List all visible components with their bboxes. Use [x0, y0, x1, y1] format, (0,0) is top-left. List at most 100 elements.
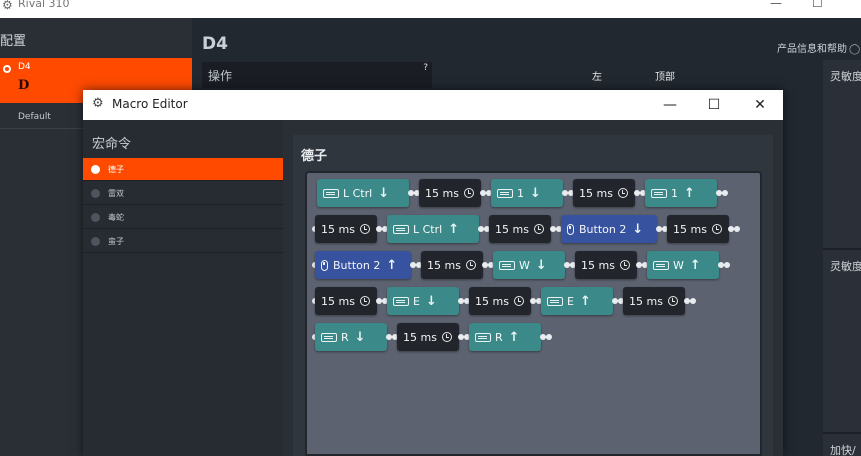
key-step[interactable]: 1 ↓: [491, 179, 563, 207]
help-link-label: 产品信息和帮助: [777, 44, 847, 55]
arrow-down-icon: ↓: [530, 185, 541, 201]
radio-selected-icon: [3, 65, 11, 73]
macro-item-label: 雷双: [108, 189, 124, 198]
step-connector: [408, 190, 420, 196]
step-connector: [716, 190, 728, 196]
step-connector: [376, 298, 388, 304]
step-connector: [612, 298, 624, 304]
step-connector: [480, 190, 492, 196]
keyboard-icon: [547, 296, 563, 306]
key-step[interactable]: W ↑: [647, 251, 719, 279]
delay-step[interactable]: 15 ms: [667, 215, 729, 243]
help-question-icon[interactable]: ?: [423, 63, 428, 73]
step-label: 1: [517, 186, 524, 200]
page-title: D4: [202, 34, 228, 54]
diablo-logo-icon: D: [18, 78, 30, 93]
step-connector: [540, 334, 552, 340]
clock-icon: [711, 224, 722, 234]
step-label: W: [673, 258, 684, 272]
clock-icon: [619, 260, 630, 270]
delay-step[interactable]: 15 ms: [315, 215, 377, 243]
close-button[interactable]: ✕: [745, 93, 775, 117]
step-connector: [636, 262, 648, 268]
maximize-icon[interactable]: ☐: [812, 0, 823, 10]
profile-item-default[interactable]: Default: [18, 112, 51, 122]
chat-bubble-icon: ◯: [849, 44, 861, 55]
step-label: Button 2: [579, 222, 627, 236]
arrow-up-icon: ↑: [508, 329, 520, 345]
arrow-up-icon: ↑: [386, 257, 398, 273]
key-step[interactable]: R ↑: [469, 323, 541, 351]
macro-name: 德子: [301, 149, 328, 164]
operation-label: 操作: [208, 69, 233, 83]
macro-item-label: 德子: [108, 165, 124, 174]
divider: [823, 432, 861, 434]
macro-item[interactable]: 雷双: [83, 182, 283, 205]
step-label: Button 2: [333, 258, 381, 272]
macro-editor-window: ⚙ Macro Editor — ☐ ✕ 宏命令 德子 雷双 毒蛇 蛮子 德子 …: [83, 90, 783, 456]
sensitivity-panel: 灵敏度 灵敏度 加快/: [823, 60, 861, 456]
key-step[interactable]: W ↓: [493, 251, 565, 279]
macro-item[interactable]: 蛮子: [83, 230, 283, 253]
keyboard-icon: [393, 224, 409, 234]
keyboard-icon: [321, 332, 337, 342]
macro-editor-titlebar: ⚙ Macro Editor — ☐ ✕: [83, 90, 783, 120]
step-connector: [728, 226, 740, 232]
step-label: L Ctrl: [413, 222, 443, 236]
clock-icon: [359, 296, 370, 306]
delay-step[interactable]: 15 ms: [469, 287, 531, 315]
steelseries-logo-icon: ⚙: [92, 96, 104, 111]
key-step[interactable]: E ↓: [387, 287, 459, 315]
help-link[interactable]: 产品信息和帮助 ◯: [777, 40, 860, 55]
keyboard-icon: [497, 188, 513, 198]
clock-icon: [667, 296, 678, 306]
delay-step[interactable]: 15 ms: [573, 179, 635, 207]
step-label: 1: [671, 186, 678, 200]
key-step[interactable]: L Ctrl ↑: [387, 215, 479, 243]
minimize-button[interactable]: —: [655, 93, 685, 117]
step-label: E: [413, 294, 420, 308]
mouse-button-step[interactable]: Button 2 ↑: [315, 251, 411, 279]
macro-item[interactable]: 德子: [83, 158, 283, 181]
delay-step[interactable]: 15 ms: [397, 323, 459, 351]
divider: [823, 248, 861, 250]
keyboard-icon: [323, 188, 339, 198]
mouse-icon: [321, 259, 328, 271]
step-connector: [458, 334, 470, 340]
clock-icon: [359, 224, 370, 234]
delay-step[interactable]: 15 ms: [315, 287, 377, 315]
delay-step[interactable]: 15 ms: [489, 215, 551, 243]
delay-step[interactable]: 15 ms: [419, 179, 481, 207]
arrow-down-icon: ↓: [378, 185, 390, 201]
key-step[interactable]: E ↑: [541, 287, 613, 315]
step-label: 15 ms: [475, 294, 509, 308]
step-label: 15 ms: [579, 186, 613, 200]
delay-step[interactable]: 15 ms: [623, 287, 685, 315]
macro-item[interactable]: 毒蛇: [83, 206, 283, 229]
step-label: 15 ms: [495, 222, 529, 236]
arrow-down-icon: ↓: [632, 221, 644, 237]
column-left-label: 左: [592, 72, 602, 83]
step-connector: [478, 226, 490, 232]
delay-step[interactable]: 15 ms: [575, 251, 637, 279]
profiles-header: 配置: [0, 34, 27, 49]
clock-icon: [513, 296, 524, 306]
delay-step[interactable]: 15 ms: [421, 251, 483, 279]
key-step[interactable]: L Ctrl ↓: [317, 179, 409, 207]
key-step[interactable]: R ↓: [315, 323, 387, 351]
macro-list-header: 宏命令: [92, 137, 132, 152]
steelseries-logo-icon: ⚙: [2, 0, 13, 12]
step-connector: [564, 262, 576, 268]
macro-steps-canvas[interactable]: L Ctrl ↓ 15 ms 1 ↓ 15 ms 1 ↑ 15 ms L Ctrl ↑ 15 ms Bu…: [305, 171, 762, 456]
acceleration-label: 加快/: [830, 444, 856, 456]
key-step[interactable]: 1 ↑: [645, 179, 717, 207]
step-label: L Ctrl: [343, 186, 373, 200]
arrow-up-icon: ↑: [448, 221, 460, 237]
step-connector: [634, 190, 646, 196]
mouse-button-step[interactable]: Button 2 ↓: [561, 215, 657, 243]
radio-icon: [91, 237, 100, 246]
macro-item-label: 毒蛇: [108, 213, 124, 222]
minimize-icon[interactable]: —: [770, 0, 782, 10]
maximize-button[interactable]: ☐: [699, 93, 729, 117]
clock-icon: [533, 224, 544, 234]
